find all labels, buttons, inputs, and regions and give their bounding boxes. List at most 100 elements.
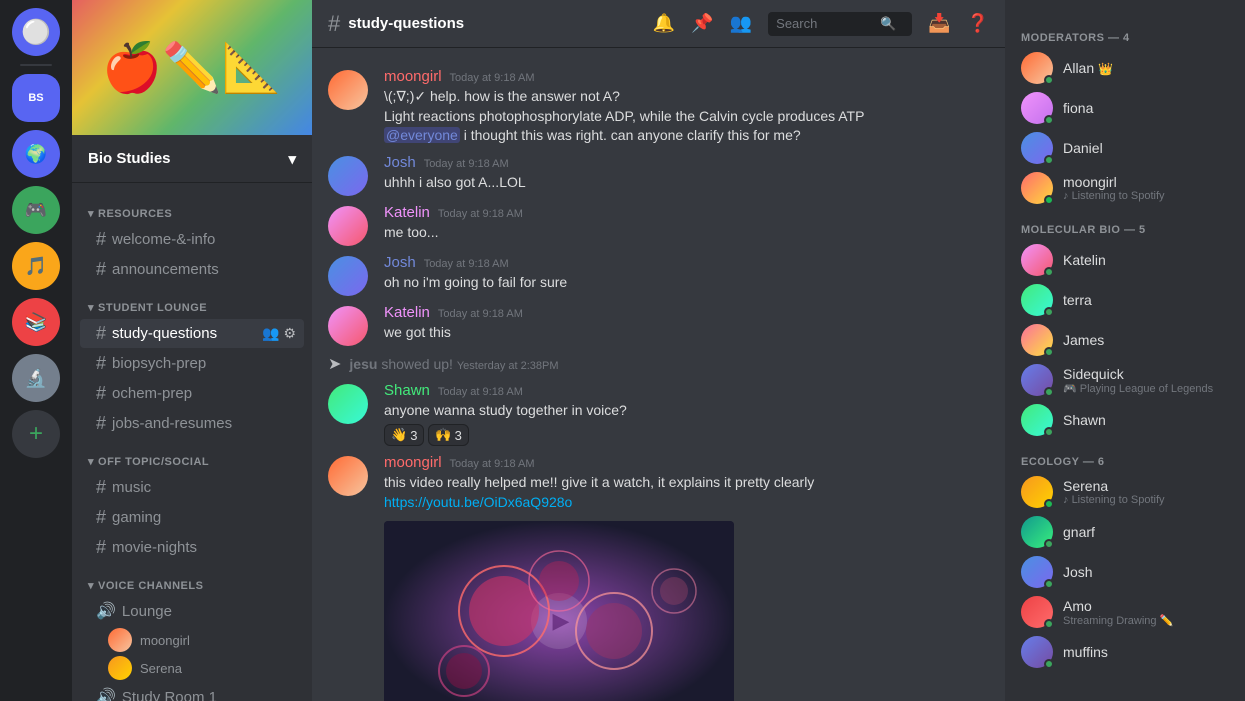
members-icon[interactable]: 👥 [730, 13, 752, 34]
channel-hash-icon: # [328, 11, 340, 37]
channel-study-questions[interactable]: # study-questions 👥 ⚙ [80, 319, 304, 348]
channel-movie-nights[interactable]: # movie-nights [80, 533, 304, 562]
channel-gaming[interactable]: # gaming [80, 503, 304, 532]
member-katelin[interactable]: Katelin [1013, 240, 1237, 280]
online-indicator [1044, 619, 1054, 629]
author-name: Katelin [384, 204, 430, 221]
author-name: Josh [384, 154, 416, 171]
server-icon-2[interactable]: 🎮 [12, 186, 60, 234]
message-header-1: moongirl Today at 9:18 AM [384, 68, 989, 85]
add-people-icon[interactable]: 👥 [262, 325, 279, 342]
channel-jobs-resumes[interactable]: # jobs-and-resumes [80, 409, 304, 438]
search-input[interactable] [776, 16, 876, 31]
video-link[interactable]: https://youtu.be/OiDx6aQ928o [384, 494, 572, 510]
chevron-right-icon: ▾ [88, 207, 94, 220]
message-content-3: Katelin Today at 9:18 AM me too... [384, 204, 989, 246]
channel-biopsych-prep[interactable]: # biopsych-prep [80, 349, 304, 378]
server-header[interactable]: Bio Studies ▾ [72, 135, 312, 183]
member-gnarf[interactable]: gnarf [1013, 512, 1237, 552]
reaction-wave[interactable]: 👋 3 [384, 424, 424, 446]
hash-icon: # [96, 383, 106, 404]
inbox-icon[interactable]: 📥 [928, 13, 950, 34]
member-name: Sidequick [1063, 366, 1229, 382]
server-icon-1[interactable]: 🌍 [12, 130, 60, 178]
channel-list: ▾ RESOURCES # welcome-&-info # announcem… [72, 183, 312, 701]
member-serena[interactable]: Serena ♪ Listening to Spotify [1013, 472, 1237, 512]
avatar-josh [328, 256, 368, 296]
author-name: moongirl [384, 454, 442, 471]
member-sidequick[interactable]: Sidequick 🎮 Playing League of Legends [1013, 360, 1237, 400]
spotify-indicator [1044, 499, 1054, 509]
member-name: gnarf [1063, 524, 1229, 540]
member-daniel[interactable]: Daniel [1013, 128, 1237, 168]
timestamp: Today at 9:18 AM [438, 386, 523, 398]
member-terra[interactable]: terra [1013, 280, 1237, 320]
member-muffins[interactable]: muffins [1013, 632, 1237, 672]
member-category-molbio: MOLECULAR BIO — 5 [1013, 216, 1237, 240]
member-category-ecology: ECOLOGY — 6 [1013, 448, 1237, 472]
member-name: muffins [1063, 644, 1229, 660]
member-status: 🎮 Playing League of Legends [1063, 382, 1229, 395]
channel-welcome-info[interactable]: # welcome-&-info [80, 225, 304, 254]
channel-music[interactable]: # music [80, 473, 304, 502]
message-group-7: Shawn Today at 9:18 AM anyone wanna stud… [312, 378, 1005, 451]
notification-bell-icon[interactable]: 🔔 [653, 13, 675, 34]
header-actions: 🔔 📌 👥 🔍 📥 ❓ [653, 12, 989, 36]
avatar-moongirl [328, 70, 368, 110]
voice-channel-lounge[interactable]: 🔊 Lounge [80, 597, 304, 625]
message-content-4: Josh Today at 9:18 AM oh no i'm going to… [384, 254, 989, 296]
voice-user-moongirl[interactable]: moongirl [72, 626, 312, 654]
member-moongirl[interactable]: moongirl ♪ Listening to Spotify [1013, 168, 1237, 208]
member-fiona[interactable]: fiona [1013, 88, 1237, 128]
main-content: # study-questions 🔔 📌 👥 🔍 📥 ❓ moongirl T… [312, 0, 1005, 701]
mention: @everyone [384, 127, 460, 143]
member-status: ♪ Listening to Spotify [1063, 494, 1229, 506]
member-amo[interactable]: Amo Streaming Drawing ✏️ [1013, 592, 1237, 632]
member-name: Daniel [1063, 140, 1229, 156]
member-name: moongirl [1063, 174, 1229, 190]
message-content-1: moongirl Today at 9:18 AM \(;∇;)✓ help. … [384, 68, 989, 146]
video-embed[interactable]: ▶ [384, 521, 734, 701]
member-josh[interactable]: Josh [1013, 552, 1237, 592]
search-box[interactable]: 🔍 [768, 12, 912, 36]
server-icon-bio-studies[interactable]: BS [12, 74, 60, 122]
category-off-topic[interactable]: ▾ OFF TOPIC/SOCIAL [72, 439, 312, 472]
add-server-button[interactable]: + [12, 410, 60, 458]
category-student-lounge[interactable]: ▾ STUDENT LOUNGE [72, 285, 312, 318]
voice-user-serena[interactable]: Serena [72, 654, 312, 682]
voice-channel-study-room-1[interactable]: 🔊 Study Room 1 [80, 683, 304, 701]
member-info: Allan 👑 [1063, 60, 1229, 76]
discord-home-button[interactable]: ⚪ [12, 8, 60, 56]
channel-ochem-prep[interactable]: # ochem-prep [80, 379, 304, 408]
member-allan[interactable]: Allan 👑 [1013, 48, 1237, 88]
settings-icon[interactable]: ⚙ [283, 325, 296, 342]
help-icon[interactable]: ❓ [967, 13, 989, 34]
spotify-icon: ♪ [1063, 190, 1069, 202]
server-icon-3[interactable]: 🎵 [12, 242, 60, 290]
timestamp: Today at 9:18 AM [424, 258, 509, 270]
member-james[interactable]: James [1013, 320, 1237, 360]
message-content-8: moongirl Today at 9:18 AM this video rea… [384, 454, 989, 701]
reaction-clap[interactable]: 🙌 3 [428, 424, 468, 446]
hash-icon: # [96, 323, 106, 344]
speaker-icon: 🔊 [96, 601, 116, 621]
pin-icon[interactable]: 📌 [691, 13, 713, 34]
message-group-8: moongirl Today at 9:18 AM this video rea… [312, 450, 1005, 701]
online-indicator [1044, 75, 1054, 85]
server-icon-5[interactable]: 🔬 [12, 354, 60, 402]
timestamp: Today at 9:18 AM [438, 308, 523, 320]
category-resources[interactable]: ▾ RESOURCES [72, 191, 312, 224]
message-header-5: Katelin Today at 9:18 AM [384, 304, 989, 321]
category-voice[interactable]: ▾ VOICE CHANNELS [72, 563, 312, 596]
member-name: Katelin [1063, 252, 1229, 268]
chevron-icon: ▾ [88, 301, 94, 314]
member-shawn[interactable]: Shawn [1013, 400, 1237, 440]
author-name: Josh [384, 254, 416, 271]
member-info: muffins [1063, 644, 1229, 660]
member-status: ♪ Listening to Spotify [1063, 190, 1229, 202]
online-indicator [1044, 155, 1054, 165]
reactions: 👋 3 🙌 3 [384, 424, 989, 446]
channel-announcements[interactable]: # announcements [80, 255, 304, 284]
timestamp: Today at 9:18 AM [438, 208, 523, 220]
server-icon-4[interactable]: 📚 [12, 298, 60, 346]
